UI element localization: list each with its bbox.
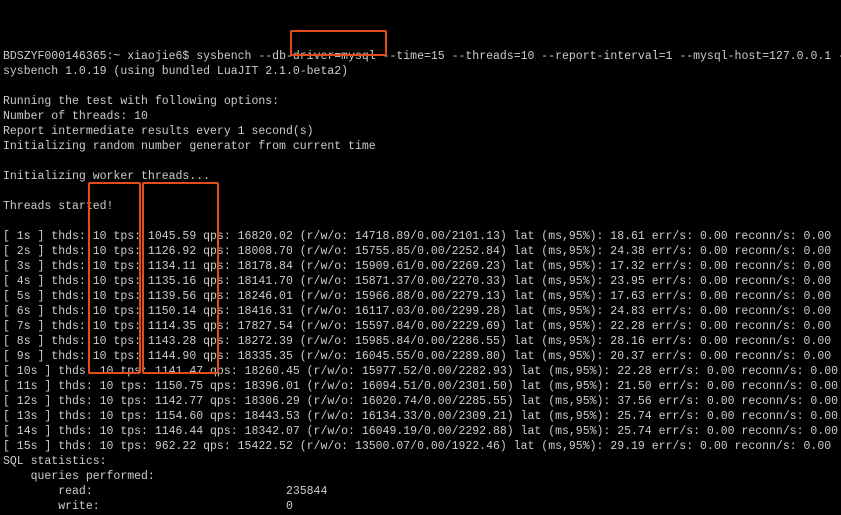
row-8s: [ 8s ] thds: 10 tps: 1143.28 qps: 18272.… (3, 335, 831, 348)
read: read: 235844 (3, 485, 327, 498)
command[interactable]: sysbench --db-driver=mysql --time=15 --t… (196, 50, 841, 63)
sql-stats-header: SQL statistics: (3, 455, 107, 468)
opts-rng: Initializing random number generator fro… (3, 140, 376, 153)
opts-threads: Number of threads: 10 (3, 110, 148, 123)
version-line: sysbench 1.0.19 (using bundled LuaJIT 2.… (3, 65, 348, 78)
prompt-line: BDSZYF000146365:~ xiaojie6$ sysbench --d… (3, 50, 841, 63)
threads-started: Threads started! (3, 200, 113, 213)
prompt: BDSZYF000146365:~ xiaojie6$ (3, 50, 189, 63)
row-3s: [ 3s ] thds: 10 tps: 1134.11 qps: 18178.… (3, 260, 831, 273)
row-10s: [ 10s ] thds: 10 tps: 1141.47 qps: 18260… (3, 365, 838, 378)
row-2s: [ 2s ] thds: 10 tps: 1126.92 qps: 18008.… (3, 245, 831, 258)
opts-header: Running the test with following options: (3, 95, 279, 108)
row-9s: [ 9s ] thds: 10 tps: 1144.90 qps: 18335.… (3, 350, 831, 363)
row-4s: [ 4s ] thds: 10 tps: 1135.16 qps: 18141.… (3, 275, 831, 288)
row-11s: [ 11s ] thds: 10 tps: 1150.75 qps: 18396… (3, 380, 838, 393)
row-6s: [ 6s ] thds: 10 tps: 1150.14 qps: 18416.… (3, 305, 831, 318)
terminal: BDSZYF000146365:~ xiaojie6$ sysbench --d… (0, 30, 841, 515)
row-15s: [ 15s ] thds: 10 tps: 962.22 qps: 15422.… (3, 440, 831, 453)
queries-perf: queries performed: (3, 470, 155, 483)
write: write: 0 (3, 500, 293, 513)
row-13s: [ 13s ] thds: 10 tps: 1154.60 qps: 18443… (3, 410, 838, 423)
init-workers: Initializing worker threads... (3, 170, 210, 183)
row-14s: [ 14s ] thds: 10 tps: 1146.44 qps: 18342… (3, 425, 838, 438)
opts-report: Report intermediate results every 1 seco… (3, 125, 314, 138)
row-5s: [ 5s ] thds: 10 tps: 1139.56 qps: 18246.… (3, 290, 831, 303)
row-12s: [ 12s ] thds: 10 tps: 1142.77 qps: 18306… (3, 395, 838, 408)
row-7s: [ 7s ] thds: 10 tps: 1114.35 qps: 17827.… (3, 320, 831, 333)
row-1s: [ 1s ] thds: 10 tps: 1045.59 qps: 16820.… (3, 230, 831, 243)
